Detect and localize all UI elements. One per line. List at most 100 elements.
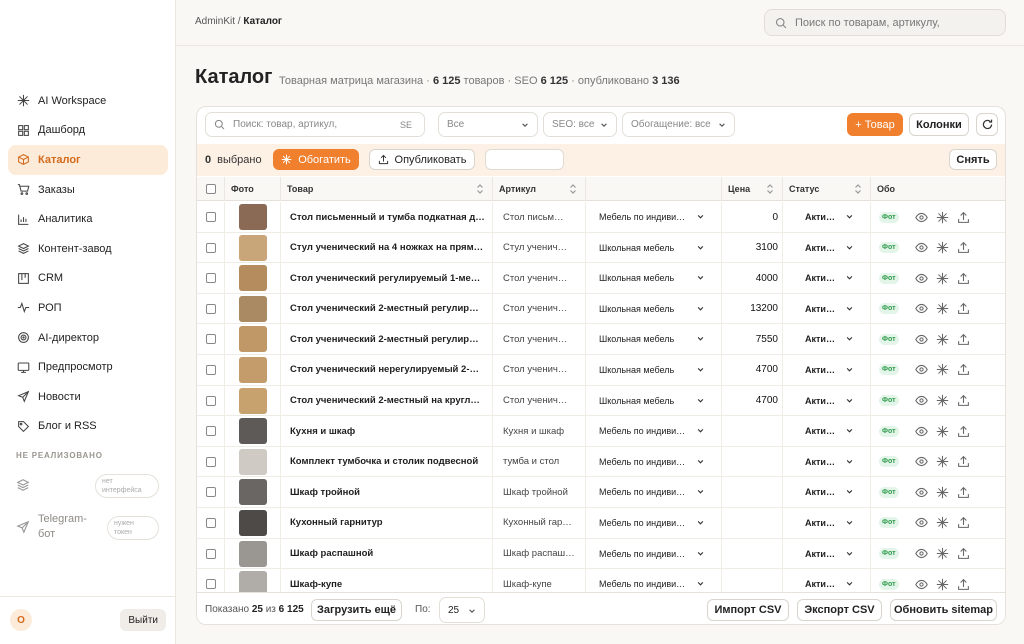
- product-thumbnail[interactable]: [238, 448, 267, 475]
- sparkle-icon[interactable]: [936, 425, 949, 438]
- row-checkbox[interactable]: [205, 456, 216, 467]
- product-thumbnail[interactable]: [238, 479, 267, 506]
- table-row[interactable]: Стол письменный и тумба подкатная д… Стол…: [197, 202, 1005, 233]
- category-select[interactable]: Мебель по индиви…: [586, 538, 722, 569]
- category-select[interactable]: Мебель по индиви…: [586, 446, 722, 477]
- category-select[interactable]: Школьная мебель: [586, 293, 722, 324]
- bulk-action-input[interactable]: [485, 149, 564, 170]
- sidebar-item[interactable]: Заказы: [8, 175, 168, 205]
- sparkle-icon[interactable]: [936, 394, 949, 407]
- eye-icon[interactable]: [914, 394, 928, 407]
- catalog-search-input[interactable]: Поиск: товар, артикул, SE: [205, 112, 425, 137]
- category-select[interactable]: Мебель по индиви…: [586, 416, 722, 447]
- product-thumbnail[interactable]: [238, 204, 267, 230]
- eye-icon[interactable]: [914, 578, 928, 591]
- table-row[interactable]: Стол ученический 2-местный на кругл… Стол…: [197, 385, 1005, 417]
- eye-icon[interactable]: [914, 363, 928, 376]
- table-row[interactable]: Шкаф распашной Шкаф распаш… Мебель по инди…: [197, 538, 1005, 570]
- product-thumbnail[interactable]: [238, 387, 267, 414]
- upload-icon[interactable]: [957, 394, 970, 407]
- status-select[interactable]: Акти…: [783, 232, 871, 263]
- sidebar-item[interactable]: Контент-завод: [8, 234, 168, 264]
- sparkle-icon[interactable]: [936, 578, 949, 591]
- header-price[interactable]: Цена: [722, 177, 783, 201]
- category-select[interactable]: Мебель по индиви…: [586, 477, 722, 508]
- sidebar-item[interactable]: Блог и RSS: [8, 412, 168, 442]
- eye-icon[interactable]: [914, 455, 928, 468]
- status-select[interactable]: Акти…: [783, 263, 871, 294]
- enrich-button[interactable]: Обогатить: [273, 149, 359, 170]
- eye-icon[interactable]: [914, 516, 928, 529]
- seo-select[interactable]: SEO: все: [543, 112, 617, 137]
- product-name[interactable]: Кухня и шкаф: [281, 416, 493, 447]
- upload-icon[interactable]: [957, 578, 970, 591]
- sidebar-item[interactable]: Каталог: [8, 145, 168, 175]
- sparkle-icon[interactable]: [936, 272, 949, 285]
- sparkle-icon[interactable]: [936, 241, 949, 254]
- header-article[interactable]: Артикул: [493, 177, 586, 201]
- table-row[interactable]: Стол ученический нерегулируемый 2-… Стол …: [197, 354, 1005, 386]
- sparkle-icon[interactable]: [936, 363, 949, 376]
- upload-icon[interactable]: [957, 363, 970, 376]
- upload-icon[interactable]: [957, 241, 970, 254]
- product-thumbnail[interactable]: [238, 418, 267, 445]
- product-name[interactable]: Кухонный гарнитур: [281, 507, 493, 538]
- product-thumbnail[interactable]: [238, 234, 267, 261]
- upload-icon[interactable]: [957, 425, 970, 438]
- upload-icon[interactable]: [957, 302, 970, 315]
- avatar[interactable]: O: [10, 609, 32, 631]
- sparkle-icon[interactable]: [936, 455, 949, 468]
- eye-icon[interactable]: [914, 425, 928, 438]
- row-checkbox[interactable]: [205, 395, 216, 406]
- sidebar-item[interactable]: CRM: [8, 264, 168, 294]
- eye-icon[interactable]: [914, 302, 928, 315]
- export-csv-button[interactable]: Экспорт CSV: [797, 599, 882, 621]
- category-select[interactable]: Школьная мебель: [586, 263, 722, 294]
- product-name[interactable]: Шкаф тройной: [281, 477, 493, 508]
- row-checkbox[interactable]: [205, 364, 216, 375]
- product-name[interactable]: Стол ученический 2-местный регулир…: [281, 324, 493, 355]
- table-row[interactable]: Шкаф тройной Шкаф тройной Мебель по индиви…: [197, 477, 1005, 508]
- category-select[interactable]: Все: [438, 112, 538, 137]
- row-checkbox[interactable]: [205, 303, 216, 314]
- logout-button[interactable]: Выйти: [120, 609, 166, 631]
- sidebar-item[interactable]: Предпросмотр: [8, 352, 168, 382]
- status-select[interactable]: Акти…: [783, 477, 871, 508]
- product-name[interactable]: Шкаф распашной: [281, 538, 493, 569]
- enrich-select[interactable]: Обогащение: все: [622, 112, 735, 137]
- eye-icon[interactable]: [914, 547, 928, 560]
- product-name[interactable]: Стол ученический 2-местный регулир…: [281, 293, 493, 324]
- sparkle-icon[interactable]: [936, 547, 949, 560]
- status-select[interactable]: Акти…: [783, 538, 871, 569]
- table-row[interactable]: Стол ученический 2-местный регулир… Стол …: [197, 293, 1005, 325]
- product-name[interactable]: Стол ученический нерегулируемый 2-…: [281, 354, 493, 385]
- select-all-checkbox[interactable]: [205, 184, 216, 194]
- upload-icon[interactable]: [957, 333, 970, 346]
- load-more-button[interactable]: Загрузить ещё: [311, 599, 402, 621]
- status-select[interactable]: Акти…: [783, 324, 871, 355]
- eye-icon[interactable]: [914, 211, 928, 224]
- product-name[interactable]: Стол письменный и тумба подкатная д…: [281, 202, 493, 232]
- category-select[interactable]: Мебель по индиви…: [586, 507, 722, 538]
- table-row[interactable]: Комплект тумбочка и столик подвесной тумб…: [197, 446, 1005, 478]
- row-checkbox[interactable]: [205, 273, 216, 284]
- status-select[interactable]: Акти…: [783, 385, 871, 416]
- category-select[interactable]: Школьная мебель: [586, 232, 722, 263]
- product-name[interactable]: Комплект тумбочка и столик подвесной: [281, 446, 493, 477]
- sparkle-icon[interactable]: [936, 333, 949, 346]
- header-name[interactable]: Товар: [281, 177, 493, 201]
- sparkle-icon[interactable]: [936, 516, 949, 529]
- category-select[interactable]: Школьная мебель: [586, 354, 722, 385]
- category-select[interactable]: Школьная мебель: [586, 324, 722, 355]
- row-checkbox[interactable]: [205, 426, 216, 437]
- sidebar-item[interactable]: AI Workspace: [8, 86, 168, 116]
- product-name[interactable]: Стол ученический регулируемый 1-ме…: [281, 263, 493, 294]
- category-select[interactable]: Школьная мебель: [586, 385, 722, 416]
- sparkle-icon[interactable]: [936, 302, 949, 315]
- category-select[interactable]: Мебель по индиви…: [586, 202, 722, 232]
- sidebar-item[interactable]: AI-директор: [8, 323, 168, 353]
- product-thumbnail[interactable]: [238, 295, 267, 322]
- status-select[interactable]: Акти…: [783, 354, 871, 385]
- publish-button[interactable]: Опубликовать: [369, 149, 475, 170]
- add-product-button[interactable]: + Товар: [847, 113, 903, 136]
